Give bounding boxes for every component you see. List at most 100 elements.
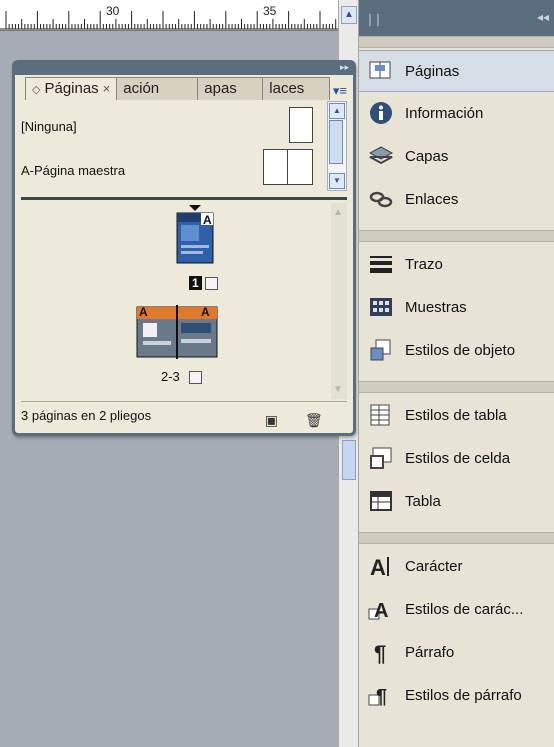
svg-text:¶: ¶ (376, 686, 387, 708)
spread-right-master-letter: A (201, 305, 210, 319)
new-page-icon[interactable]: ▣ (263, 412, 279, 428)
dock-item-stroke[interactable]: Trazo (359, 244, 554, 284)
dock-item-label: Capas (405, 147, 449, 165)
character-icon: A (367, 552, 395, 580)
dock-item-label: Tabla (405, 492, 441, 510)
scroll-up-icon[interactable]: ▲ (333, 207, 343, 218)
tab-label: laces (269, 80, 305, 97)
object-styles-icon (367, 336, 395, 364)
dock-item-object-styles[interactable]: Estilos de objeto (359, 330, 554, 370)
dock-item-label: Párrafo (405, 643, 455, 661)
scroll-down-icon[interactable]: ▼ (333, 384, 343, 395)
scroll-down-icon[interactable]: ▼ (329, 173, 345, 189)
dock-group-separator[interactable] (359, 36, 554, 48)
pages-scrollbar[interactable]: ▲ ▼ (331, 203, 347, 399)
spread-2-3-thumbnail[interactable]: A A 2-3 (135, 305, 219, 384)
scroll-up-arrow-icon[interactable]: ▲ (341, 6, 357, 24)
dock-group-separator[interactable] (359, 381, 554, 393)
panel-title-bar[interactable]: ▸▸ (15, 62, 353, 75)
dock-item-label: Enlaces (405, 190, 459, 208)
dock-item-character-styles[interactable]: A Estilos de carác... (359, 589, 554, 629)
dock-item-table[interactable]: Tabla (359, 481, 554, 521)
table-icon (367, 487, 395, 515)
dock-title-bar[interactable]: ◂◂ (359, 0, 554, 36)
dock-item-label: Estilos de párrafo (405, 686, 522, 704)
paragraph-styles-icon: ¶ (367, 681, 395, 709)
panel-collapse-icon[interactable]: ▸▸ (340, 62, 349, 73)
master-a-right-thumbnail[interactable] (287, 149, 313, 185)
tab-options-icon: ◇ (32, 84, 41, 96)
tab-label: ación (123, 80, 160, 97)
panel-footer: 3 páginas en 2 pliegos ▣ 🗑 (21, 401, 347, 430)
info-icon (367, 99, 395, 127)
dock-item-label: Trazo (405, 255, 443, 273)
spread-left-master-letter: A (139, 305, 148, 319)
dock-item-label: Estilos de tabla (405, 406, 507, 424)
dock-item-paragraph[interactable]: ¶ Párrafo (359, 632, 554, 672)
paragraph-icon: ¶ (367, 638, 395, 666)
master-a-left-thumbnail[interactable] (263, 149, 289, 185)
dock-item-links[interactable]: Enlaces (359, 179, 554, 219)
tab-links[interactable]: laces (262, 77, 331, 100)
pages-status-text: 3 páginas en 2 pliegos (21, 408, 152, 423)
scroll-thumb[interactable] (329, 120, 343, 164)
pages-panel: ▸▸ ◇ Páginas × ación apas laces ▾≡ [Ningun… (12, 60, 356, 436)
panel-splitter[interactable] (21, 197, 347, 200)
dock-group-separator[interactable] (359, 230, 554, 242)
ruler-mark-30: 30 (106, 4, 120, 18)
page-1-master-letter: A (203, 213, 212, 227)
panel-dock: ◂◂ Páginas Información Capas Enlaces Trazo Mu… (358, 0, 554, 747)
master-a[interactable]: A-Página maestra (21, 163, 125, 178)
dock-item-label: Páginas (405, 62, 460, 80)
links-icon (367, 185, 395, 213)
table-styles-icon (367, 401, 395, 429)
page-1-thumbnail[interactable]: A 1 (175, 205, 218, 290)
dock-group-separator[interactable] (359, 532, 554, 544)
master-none[interactable]: [Ninguna] (21, 119, 77, 134)
tab-information[interactable]: ación (116, 77, 199, 100)
dock-item-label: Carácter (405, 557, 463, 575)
svg-text:¶: ¶ (374, 641, 386, 666)
svg-text:A: A (374, 600, 388, 622)
pages-icon (367, 57, 395, 85)
masters-scrollbar[interactable]: ▲ ▼ (327, 101, 347, 191)
tab-layers[interactable]: apas (197, 77, 264, 100)
page-transition-icon (205, 277, 218, 290)
dock-item-paragraph-styles[interactable]: ¶ Estilos de párrafo (359, 675, 554, 715)
panel-menu-icon[interactable]: ▾≡ (333, 83, 347, 99)
swatches-icon (367, 293, 395, 321)
svg-text:A: A (370, 555, 386, 580)
tab-label: Páginas (44, 80, 99, 97)
dock-item-swatches[interactable]: Muestras (359, 287, 554, 327)
dock-item-label: Estilos de objeto (405, 341, 516, 359)
spread-2-3-number: 2-3 (161, 369, 180, 384)
page-transition-icon (189, 371, 202, 384)
close-tab-icon[interactable]: × (103, 81, 111, 96)
dock-item-label: Estilos de carác... (405, 600, 524, 618)
scroll-thumb[interactable] (342, 440, 356, 480)
dock-item-info[interactable]: Información (359, 93, 554, 133)
master-none-thumbnail[interactable] (289, 107, 313, 143)
ruler-ticks (0, 11, 338, 30)
stroke-icon (367, 250, 395, 278)
tab-label: apas (204, 80, 237, 97)
panel-tabs: ◇ Páginas × ación apas laces (25, 77, 331, 100)
cell-styles-icon (367, 444, 395, 472)
tab-pages[interactable]: ◇ Páginas × (25, 77, 118, 100)
scroll-up-icon[interactable]: ▲ (329, 103, 345, 119)
trash-icon[interactable]: 🗑 (305, 412, 323, 428)
dock-item-character[interactable]: A Carácter (359, 546, 554, 586)
page-1-number: 1 (189, 275, 202, 290)
layers-icon (367, 142, 395, 170)
character-styles-icon: A (367, 595, 395, 623)
dock-grip-icon[interactable] (369, 14, 379, 26)
ruler-mark-35: 35 (263, 4, 277, 18)
dock-item-label: Estilos de celda (405, 449, 511, 467)
dock-item-label: Información (405, 104, 484, 122)
dock-collapse-icon[interactable]: ◂◂ (537, 10, 549, 24)
horizontal-ruler[interactable]: 30 35 (0, 0, 338, 31)
dock-item-cell-styles[interactable]: Estilos de celda (359, 438, 554, 478)
dock-item-pages[interactable]: Páginas (359, 50, 554, 92)
dock-item-table-styles[interactable]: Estilos de tabla (359, 395, 554, 435)
dock-item-layers[interactable]: Capas (359, 136, 554, 176)
